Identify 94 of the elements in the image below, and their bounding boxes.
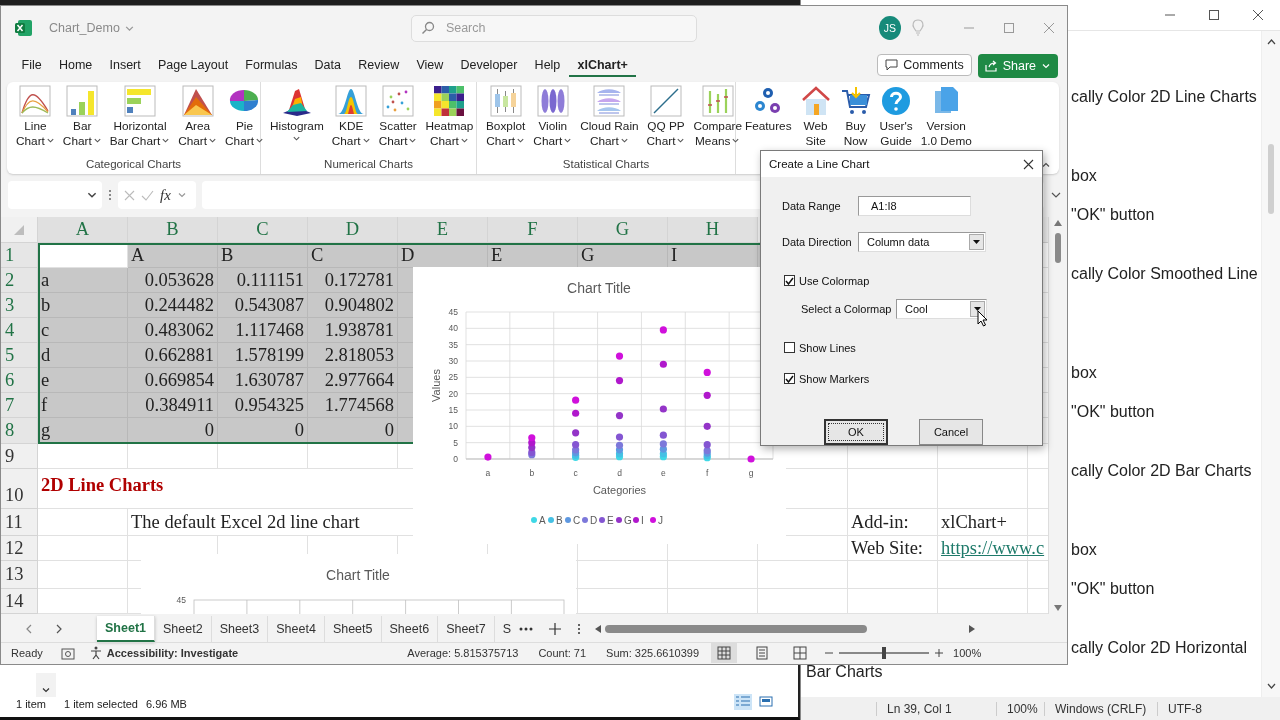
axis-tick-label: 45 bbox=[176, 595, 186, 605]
spreadsheet-cell: 0.669854 bbox=[128, 368, 218, 393]
field-label: Select a Colormap bbox=[801, 303, 893, 315]
spreadsheet-cell: C bbox=[308, 243, 398, 268]
status-text: Ln 39, Col 1 bbox=[876, 701, 996, 716]
chart-title: Chart Title bbox=[567, 280, 631, 296]
axis-tick-label: 35 bbox=[448, 339, 458, 350]
spreadsheet-cell: 0 bbox=[308, 418, 398, 444]
axis-tick-label: 40 bbox=[448, 323, 458, 334]
spreadsheet-cell: A bbox=[128, 243, 218, 268]
spreadsheet-cell: 0.662881 bbox=[128, 343, 218, 368]
axis-tick-label: 0 bbox=[453, 454, 458, 464]
spreadsheet-cell: b bbox=[38, 293, 128, 318]
status-text: 1 item bbox=[16, 698, 46, 710]
legend-label: E bbox=[607, 515, 614, 526]
text-line: cally Color 2D Line Charts bbox=[1071, 87, 1257, 107]
field-label: Data Direction bbox=[782, 236, 853, 248]
status-text: 1 item selected bbox=[63, 698, 138, 710]
spreadsheet-cell: 2.977664 bbox=[308, 368, 398, 393]
axis-tick-label: a bbox=[485, 468, 491, 478]
status-text: Ready bbox=[11, 647, 43, 659]
spreadsheet-cell: 1.938781 bbox=[308, 318, 398, 343]
status-count: Count: 71 bbox=[538, 647, 587, 659]
text-line: cally Color 2D Bar Charts bbox=[1071, 461, 1252, 481]
legend-label: J bbox=[658, 515, 663, 526]
axis-tick-label: 15 bbox=[448, 405, 458, 415]
spreadsheet-cell: 0.954325 bbox=[218, 393, 308, 418]
spreadsheet-cell: 1.774568 bbox=[308, 393, 398, 418]
text-line: box bbox=[1071, 363, 1097, 383]
legend-label: G bbox=[624, 515, 632, 526]
text-line: "OK" button bbox=[1071, 205, 1155, 225]
axis-tick-label: e bbox=[661, 468, 666, 478]
status-text: Windows (CRLF) bbox=[1044, 701, 1157, 716]
text-line: cally Color 2D Horizontal bbox=[1071, 638, 1248, 658]
spreadsheet-cell: e bbox=[38, 368, 128, 393]
spreadsheet-cell: 1.630787 bbox=[218, 368, 308, 393]
spreadsheet-cell: 0.904802 bbox=[308, 293, 398, 318]
spreadsheet-cell: d bbox=[38, 343, 128, 368]
text-line: box bbox=[1071, 540, 1097, 560]
spreadsheet-cell: Add-in: bbox=[848, 509, 938, 536]
spreadsheet-cell: 0.244482 bbox=[128, 293, 218, 318]
status-text: 100% bbox=[996, 701, 1044, 716]
status-sum: Sum: 325.6610399 bbox=[606, 647, 700, 659]
legend-label: B bbox=[556, 515, 563, 526]
spreadsheet-cell: 0.111151 bbox=[218, 268, 308, 293]
dialog-title: Create a Line Chart bbox=[769, 158, 870, 170]
axis-tick-label: 45 bbox=[448, 307, 458, 317]
group-label: Statistical Charts bbox=[561, 158, 651, 172]
axis-tick-label: d bbox=[617, 468, 622, 478]
axis-tick-label: 20 bbox=[448, 388, 458, 399]
legend-label: C bbox=[573, 515, 581, 526]
text-line: box bbox=[1071, 166, 1097, 186]
field-label: Data Range bbox=[782, 200, 842, 212]
spreadsheet-cell: f bbox=[38, 393, 128, 418]
text-line: Bar Charts bbox=[806, 662, 883, 682]
spreadsheet-cell: xlChart+ bbox=[938, 509, 1028, 536]
status-text: UTF-8 bbox=[1157, 701, 1247, 716]
status-average: Average: 5.815375713 bbox=[407, 647, 519, 659]
spreadsheet-cell: 0.543087 bbox=[218, 293, 308, 318]
axis-tick-label: 30 bbox=[448, 356, 458, 366]
spreadsheet-cell: 0 bbox=[218, 418, 308, 444]
spreadsheet-cell: 1.578199 bbox=[218, 343, 308, 368]
spreadsheet-cell: 0.172781 bbox=[308, 268, 398, 293]
spreadsheet-cell: 0 bbox=[128, 418, 218, 444]
axis-tick-label: 5 bbox=[453, 437, 458, 448]
group-label: Numerical Charts bbox=[323, 158, 414, 172]
spreadsheet-cell: B bbox=[218, 243, 308, 268]
spreadsheet-cell: 2.818053 bbox=[308, 343, 398, 368]
spreadsheet-cell: 0.384911 bbox=[128, 393, 218, 418]
text-line: cally Color Smoothed Line bbox=[1071, 264, 1258, 284]
axis-tick-label: g bbox=[748, 468, 754, 478]
status-text: 6.96 MB bbox=[145, 698, 187, 710]
spreadsheet-cell: 1.117468 bbox=[218, 318, 308, 343]
axis-tick-label: b bbox=[529, 468, 535, 478]
section-heading: 2D Line Charts bbox=[38, 469, 398, 509]
text-line: "OK" button bbox=[1071, 579, 1155, 599]
axis-title: Values bbox=[430, 369, 442, 402]
spreadsheet-cell: 0.483062 bbox=[128, 318, 218, 343]
axis-tick-label: c bbox=[573, 468, 578, 478]
legend-label: D bbox=[590, 515, 598, 526]
spreadsheet-cell: g bbox=[38, 418, 128, 444]
spreadsheet-cell: 0.053628 bbox=[128, 268, 218, 293]
spreadsheet-cell: a bbox=[38, 268, 128, 293]
axis-tick-label: f bbox=[706, 468, 709, 478]
axis-tick-label: 10 bbox=[448, 421, 458, 432]
group-label: Categorical Charts bbox=[84, 158, 183, 172]
axis-title: Categories bbox=[592, 484, 647, 496]
axis-tick-label: 25 bbox=[448, 372, 458, 383]
spreadsheet-cell: c bbox=[38, 318, 128, 343]
spreadsheet-cell: Web Site: bbox=[848, 536, 938, 561]
chart-title: Chart Title bbox=[326, 567, 390, 583]
text-line: "OK" button bbox=[1071, 402, 1155, 422]
legend-label: A bbox=[539, 515, 546, 526]
legend-label: I bbox=[641, 515, 644, 526]
